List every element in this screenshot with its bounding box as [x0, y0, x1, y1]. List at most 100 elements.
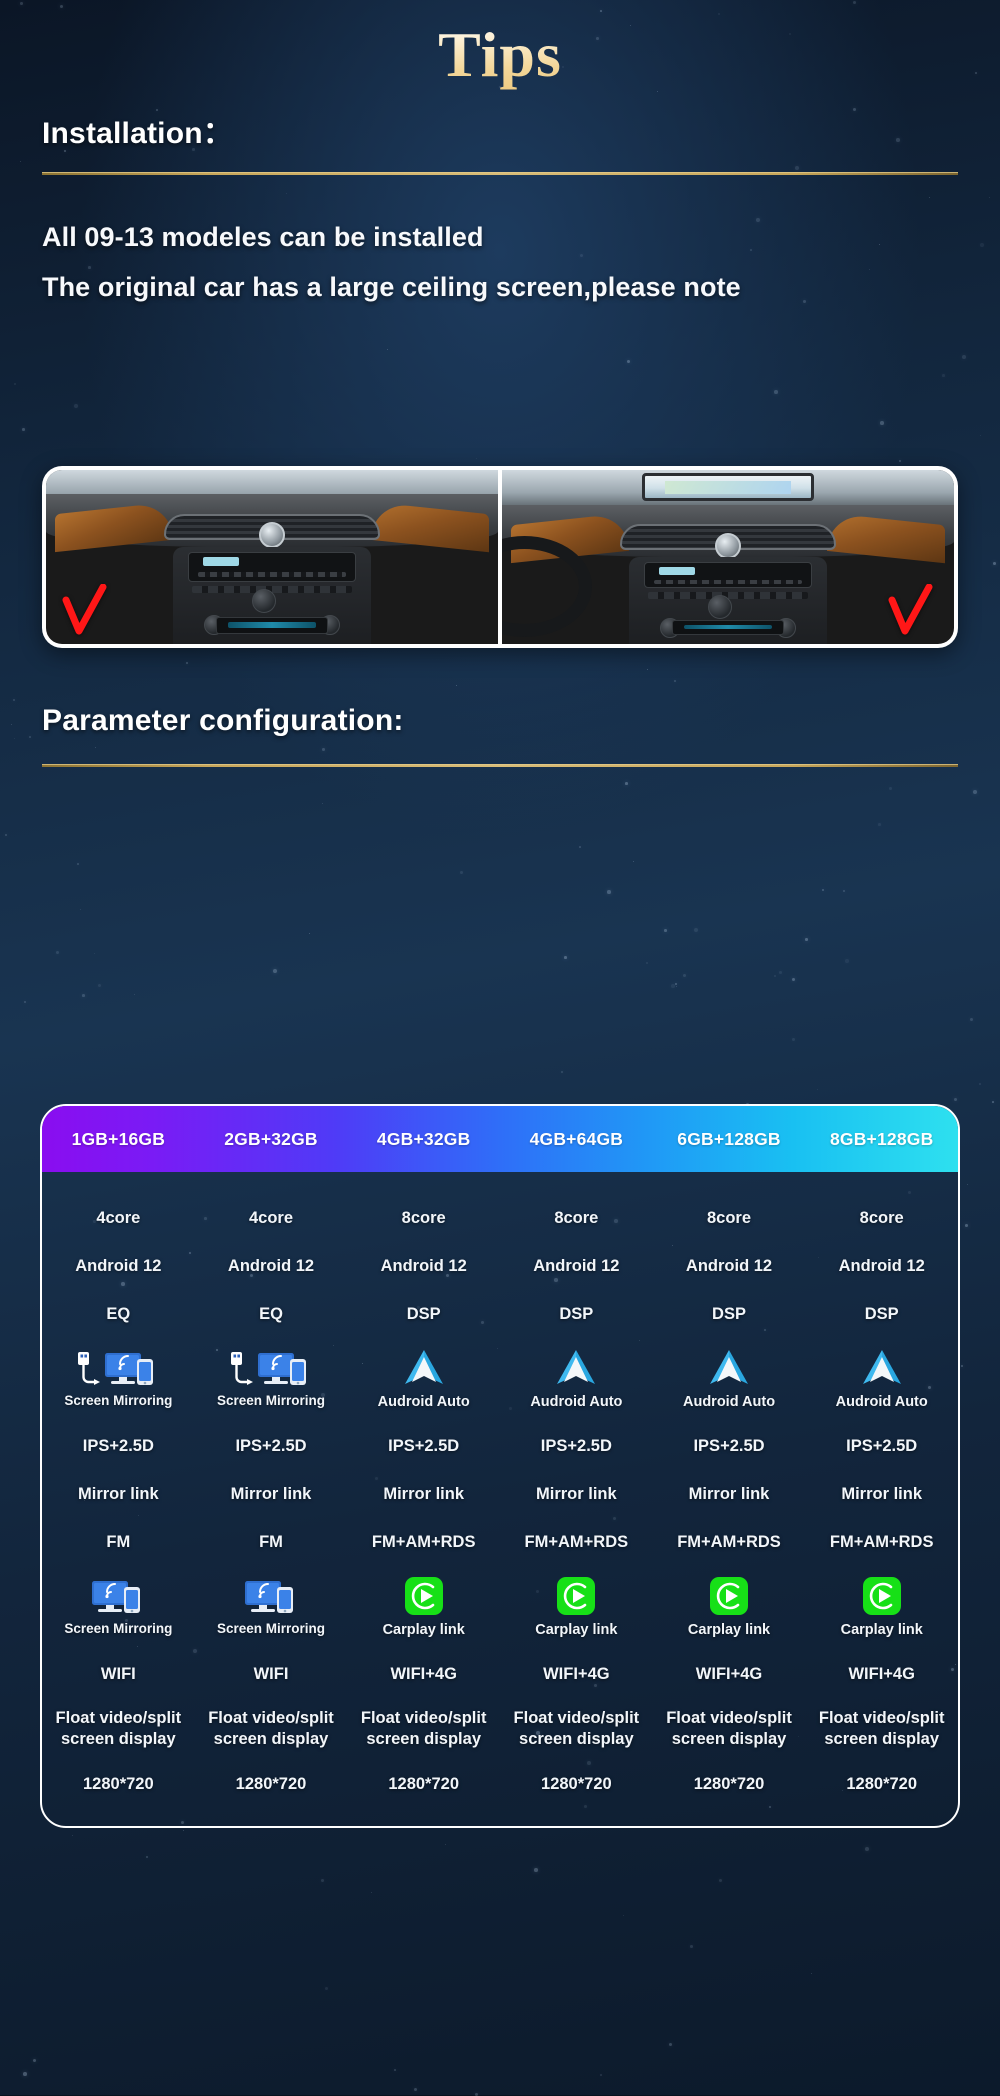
spec-cell: DSP — [864, 1304, 899, 1323]
spec-cell: IPS+2.5D — [82, 1436, 154, 1455]
spec-cell: DSP — [406, 1304, 441, 1323]
spec-row: Float video/split screen display Float vid… — [42, 1698, 958, 1760]
spec-row: WIFI WIFI WIFI+4G WIFI+4G WIFI+4G WIFI+4G — [42, 1650, 958, 1698]
spec-cell: 1280*720 — [693, 1774, 765, 1793]
spec-cell: DSP — [559, 1304, 594, 1323]
spec-cell: Android 12 — [75, 1256, 162, 1275]
spec-cell: Android 12 — [838, 1256, 925, 1275]
spec-cell: Carplay link — [805, 1576, 958, 1639]
spec-cell: WIFI+4G — [390, 1664, 457, 1683]
spec-cell: IPS+2.5D — [540, 1436, 612, 1455]
android-auto-icon — [404, 1350, 443, 1385]
photo-dashboard-standard — [46, 470, 498, 644]
spec-cell-label: Audroid Auto — [377, 1394, 470, 1411]
spec-cell: 8core — [707, 1208, 752, 1227]
spec-row: FM FM FM+AM+RDS FM+AM+RDS FM+AM+RDS FM+AM+RDS — [42, 1518, 958, 1566]
spec-cell: Float video/split screen display — [55, 1709, 182, 1748]
spec-cell: 8core — [554, 1208, 599, 1227]
carplay-icon — [557, 1577, 596, 1616]
spec-cell-label: Carplay link — [840, 1622, 923, 1639]
spec-cell: Screen Mirroring — [42, 1578, 195, 1638]
spec-cell: FM+AM+RDS — [371, 1532, 476, 1551]
spec-cell: IPS+2.5D — [235, 1436, 307, 1455]
spec-row: Screen Mirroring Screen Mirroring — [42, 1566, 958, 1650]
installation-photo-panel — [42, 466, 958, 648]
parameter-configuration-heading: Parameter configuration: — [42, 704, 404, 738]
spec-row: IPS+2.5D IPS+2.5D IPS+2.5D IPS+2.5D IPS+2.5D… — [42, 1422, 958, 1470]
check-icon — [888, 584, 933, 635]
spec-table-body: 4core 4core 8core 8core 8core 8core Android 12… — [42, 1172, 958, 1826]
spec-cell: FM+AM+RDS — [677, 1532, 781, 1551]
parameter-configuration-divider — [42, 764, 958, 767]
usb-screen-mirroring-icon — [231, 1352, 306, 1386]
spec-cell: Float video/split screen display — [666, 1709, 792, 1748]
spec-column-header: 8GB+128GB — [829, 1128, 934, 1149]
spec-cell: Mirror link — [383, 1484, 465, 1503]
spec-cell-label: Carplay link — [535, 1622, 618, 1639]
spec-row: Android 12 Android 12 Android 12 Android 12… — [42, 1242, 958, 1290]
spec-cell-label: Screen Mirroring — [216, 1621, 326, 1637]
installation-line-1: All 09-13 modeles can be installed — [42, 222, 484, 252]
spec-cell: Carplay link — [500, 1576, 653, 1639]
spec-row: 4core 4core 8core 8core 8core 8core — [42, 1194, 958, 1242]
android-auto-icon — [710, 1350, 749, 1385]
screen-mirroring-icon — [245, 1581, 293, 1614]
spec-cell: WIFI+4G — [848, 1664, 915, 1683]
spec-cell: Mirror link — [77, 1484, 159, 1503]
check-icon — [62, 584, 107, 635]
spec-cell: FM — [259, 1532, 283, 1551]
installation-heading-label: Installation： — [42, 117, 233, 150]
spec-cell: Audroid Auto — [805, 1348, 958, 1411]
installation-divider — [42, 172, 958, 175]
spec-cell: IPS+2.5D — [388, 1436, 460, 1455]
spec-cell: DSP — [712, 1304, 746, 1323]
installation-line-2: The original car has a large ceiling scr… — [42, 272, 741, 302]
spec-cell: Android 12 — [227, 1256, 315, 1275]
spec-row: 1280*720 1280*720 1280*720 1280*720 1280*720… — [42, 1760, 958, 1808]
android-auto-icon — [557, 1350, 596, 1385]
carplay-icon — [862, 1577, 901, 1616]
spec-row: Mirror link Mirror link Mirror link Mirror … — [42, 1470, 958, 1518]
spec-cell: Carplay link — [653, 1576, 806, 1639]
dashboard-illustration-1 — [46, 470, 498, 644]
spec-cell: 1280*720 — [846, 1774, 918, 1793]
spec-cell: 1280*720 — [541, 1774, 612, 1793]
photo-dashboard-ceiling-screen — [502, 470, 954, 644]
usb-screen-mirroring-icon — [78, 1352, 154, 1386]
spec-cell-label: Screen Mirroring — [64, 1393, 173, 1409]
spec-cell: IPS+2.5D — [693, 1436, 765, 1455]
spec-table-header-row: 1GB+16GB 2GB+32GB 4GB+32GB 4GB+64GB 6GB+128G… — [42, 1106, 958, 1172]
spec-cell: WIFI — [253, 1664, 289, 1683]
spec-cell: Mirror link — [841, 1484, 923, 1503]
spec-cell: Mirror link — [688, 1484, 770, 1503]
spec-cell-label: Screen Mirroring — [64, 1621, 173, 1637]
spec-cell: Float video/split screen display — [818, 1709, 945, 1748]
spec-cell: Mirror link — [230, 1484, 312, 1503]
spec-table: 1GB+16GB 2GB+32GB 4GB+32GB 4GB+64GB 6GB+128G… — [40, 1104, 960, 1828]
spec-column-header: 6GB+128GB — [677, 1128, 781, 1149]
spec-column-header: 4GB+32GB — [376, 1128, 471, 1149]
screen-mirroring-icon — [92, 1581, 141, 1614]
spec-column-header: 1GB+16GB — [71, 1128, 166, 1149]
parameter-configuration-heading-label: Parameter configuration: — [42, 704, 404, 737]
spec-cell: 4core — [96, 1208, 141, 1227]
spec-cell-label: Screen Mirroring — [216, 1393, 326, 1409]
spec-column-header: 4GB+64GB — [529, 1128, 624, 1149]
page-title: Tips — [0, 18, 1000, 92]
spec-cell: EQ — [259, 1304, 283, 1323]
spec-cell: Audroid Auto — [653, 1348, 806, 1411]
spec-cell: Screen Mirroring — [195, 1350, 348, 1410]
spec-cell: Float video/split screen display — [208, 1709, 334, 1748]
spec-cell: Mirror link — [536, 1484, 617, 1503]
spec-cell: Float video/split screen display — [513, 1709, 640, 1748]
spec-cell-label: Audroid Auto — [835, 1394, 928, 1411]
spec-cell: Screen Mirroring — [195, 1578, 348, 1638]
spec-cell: Android 12 — [533, 1256, 620, 1275]
spec-cell: Audroid Auto — [500, 1348, 653, 1411]
spec-cell: Audroid Auto — [347, 1348, 500, 1411]
spec-cell: Float video/split screen display — [360, 1709, 487, 1748]
spec-cell-label: Audroid Auto — [530, 1394, 623, 1411]
spec-cell: Carplay link — [347, 1576, 500, 1639]
spec-cell: Android 12 — [380, 1256, 467, 1275]
spec-cell-label: Carplay link — [687, 1622, 771, 1639]
